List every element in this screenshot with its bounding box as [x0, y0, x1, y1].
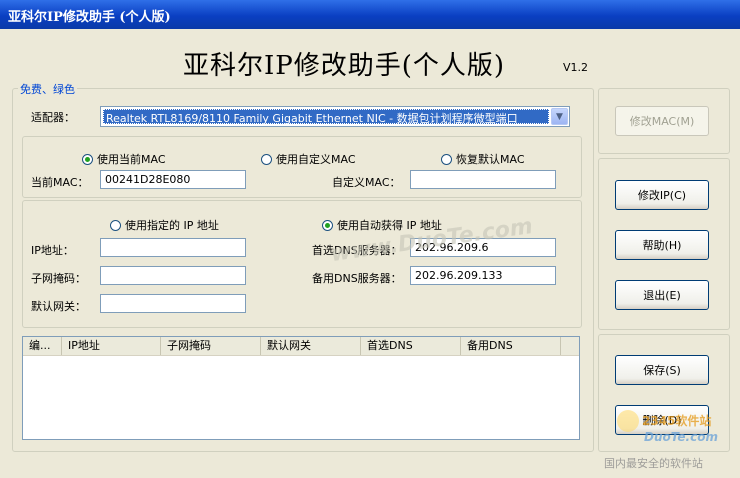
chevron-down-icon[interactable]: ▼: [551, 108, 568, 125]
save-button[interactable]: 保存(S): [615, 355, 709, 385]
list-header: 编... IP地址 子网掩码 默认网关 首选DNS 备用DNS: [23, 337, 579, 356]
watermark-corner-top: 2345软件站: [642, 413, 711, 428]
alternate-dns-label: 备用DNS服务器：: [312, 272, 402, 285]
title-bar: 亚科尔IP修改助手 (个人版): [0, 0, 740, 30]
subnet-mask-field[interactable]: [100, 266, 246, 285]
radio-manual-ip[interactable]: 使用指定的 IP 地址: [110, 217, 219, 233]
alternate-dns-field[interactable]: 202.96.209.133: [410, 266, 556, 285]
ip-address-field[interactable]: [100, 238, 246, 257]
radio-empty-icon: [261, 153, 272, 165]
current-mac-field[interactable]: 00241D28E080: [100, 170, 246, 189]
modify-ip-button[interactable]: 修改IP(C): [615, 180, 709, 210]
radio-use-current-mac[interactable]: 使用当前MAC: [82, 151, 166, 167]
version-label: V1.2: [563, 61, 589, 74]
exit-button[interactable]: 退出(E): [615, 280, 709, 310]
adapter-selected-value: Realtek RTL8169/8110 Family Gigabit Ethe…: [103, 109, 549, 124]
ip-profile-list[interactable]: 编... IP地址 子网掩码 默认网关 首选DNS 备用DNS: [22, 336, 580, 440]
modify-mac-button[interactable]: 修改MAC(M): [615, 106, 709, 136]
radio-selected-icon: [82, 153, 93, 165]
watermark-corner: 2345软件站 DuoTe.com 国内最安全的软件站: [600, 405, 740, 475]
ip-address-label: IP地址：: [31, 244, 74, 257]
column-header-gateway[interactable]: 默认网关: [261, 337, 361, 355]
column-header-dns2[interactable]: 备用DNS: [461, 337, 561, 355]
column-header-ip[interactable]: IP地址: [62, 337, 161, 355]
subnet-mask-label: 子网掩码：: [31, 272, 86, 285]
watermark-logo-icon: 2345软件站 DuoTe.com 国内最安全的软件站: [604, 410, 718, 470]
gateway-label: 默认网关：: [31, 300, 86, 313]
group-label: 免费、绿色: [18, 81, 77, 97]
adapter-label: 适配器：: [31, 111, 75, 124]
custom-mac-field[interactable]: [410, 170, 556, 189]
adapter-select[interactable]: Realtek RTL8169/8110 Family Gigabit Ethe…: [100, 106, 570, 127]
watermark-corner-site: DuoTe.com: [644, 430, 718, 444]
radio-selected-icon: [322, 219, 333, 231]
watermark-corner-bottom: 国内最安全的软件站: [604, 456, 703, 470]
custom-mac-label: 自定义MAC：: [332, 176, 401, 189]
current-mac-label: 当前MAC：: [31, 176, 89, 189]
column-header-number[interactable]: 编...: [23, 337, 62, 355]
app-heading: 亚科尔IP修改助手(个人版): [183, 51, 506, 81]
column-header-mask[interactable]: 子网掩码: [161, 337, 261, 355]
window-title: 亚科尔IP修改助手 (个人版): [8, 10, 171, 25]
column-header-dns1[interactable]: 首选DNS: [361, 337, 461, 355]
radio-use-custom-mac[interactable]: 使用自定义MAC: [261, 151, 356, 167]
gateway-field[interactable]: [100, 294, 246, 313]
radio-empty-icon: [110, 219, 121, 231]
help-button[interactable]: 帮助(H): [615, 230, 709, 260]
radio-empty-icon: [441, 153, 452, 165]
radio-restore-default-mac[interactable]: 恢复默认MAC: [441, 151, 525, 167]
